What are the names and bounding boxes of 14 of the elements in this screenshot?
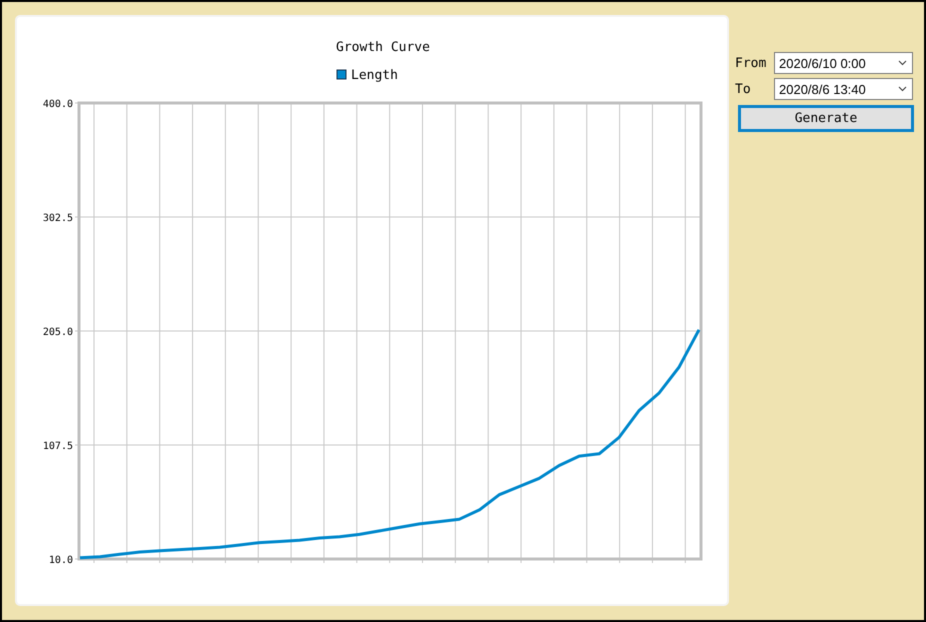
date-picker[interactable]: 2020/6/10 0:00 (774, 52, 913, 74)
axis-tick-label: 302.5 (42, 213, 73, 224)
chart-title: Growth Curve (336, 40, 430, 55)
axis-tick-label: 205.0 (42, 327, 73, 338)
field-label: To (735, 82, 751, 96)
generate-button[interactable]: Generate (738, 105, 914, 132)
caret-icon[interactable] (898, 86, 907, 92)
axis-tick-label: 400.0 (42, 99, 73, 110)
date-picker[interactable]: 2020/8/6 13:40 (774, 78, 913, 100)
axis-tick-label: 10.0 (48, 555, 73, 566)
field-label: From (735, 56, 766, 70)
caret-icon[interactable] (898, 60, 907, 66)
legend-label: Length (351, 68, 398, 83)
axis-tick-label: 107.5 (42, 441, 73, 452)
